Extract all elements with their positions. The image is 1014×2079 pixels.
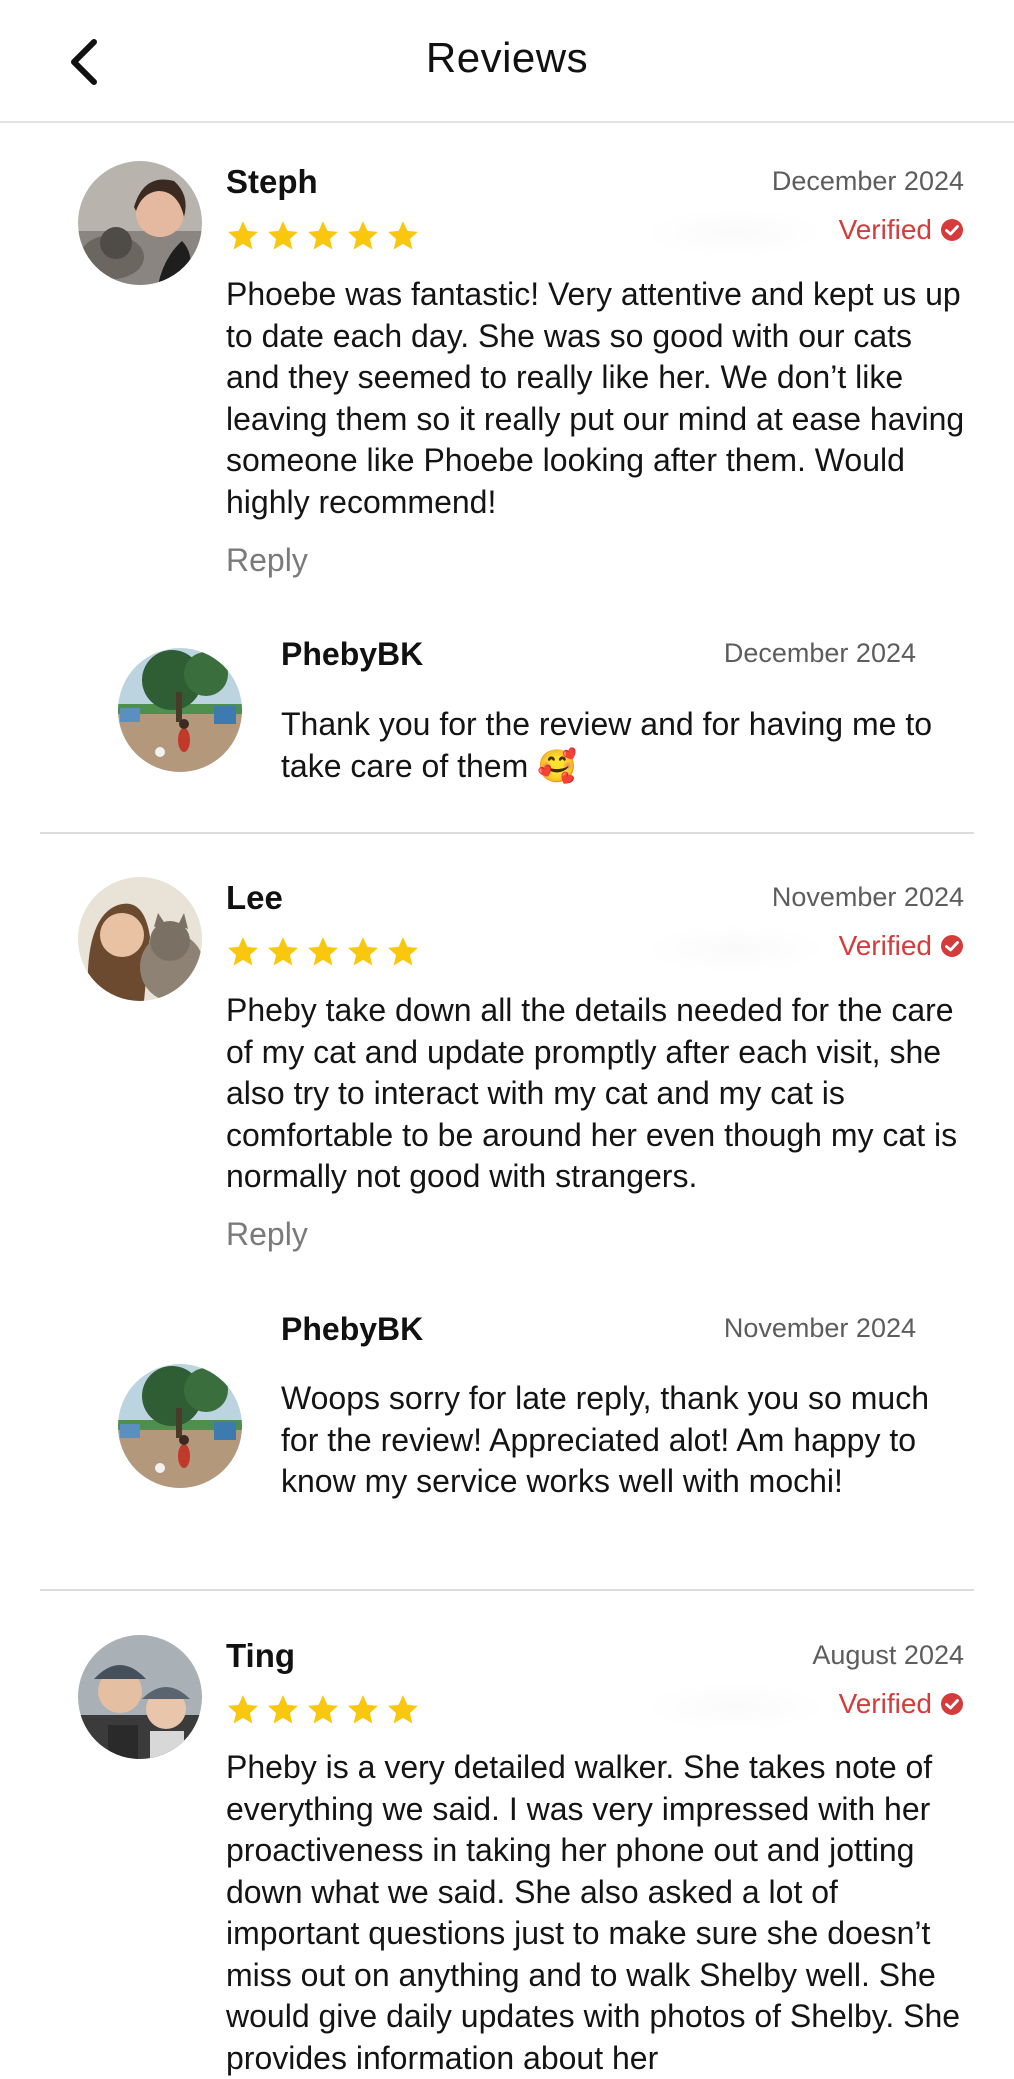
check-circle-icon bbox=[941, 935, 963, 957]
redacted-area bbox=[650, 1684, 820, 1730]
owner-reply-text: Thank you for the review and for having … bbox=[281, 706, 933, 784]
reply-link[interactable]: Reply bbox=[226, 1216, 308, 1253]
owner-avatar bbox=[118, 648, 242, 772]
reply-link[interactable]: Reply bbox=[226, 542, 308, 579]
verified-badge: Verified bbox=[839, 930, 964, 962]
owner-name: PhebyBK bbox=[281, 636, 424, 672]
star-icon bbox=[348, 1695, 378, 1724]
review-text: Phoebe was fantastic! Very attentive and… bbox=[226, 276, 965, 520]
owner-reply-text: Woops sorry for late reply, thank you so… bbox=[281, 1380, 929, 1499]
star-icon bbox=[388, 1695, 418, 1724]
star-icon bbox=[268, 1695, 298, 1724]
star-icon bbox=[388, 937, 418, 966]
verified-label: Verified bbox=[838, 1688, 932, 1719]
page-title: Reviews bbox=[425, 34, 589, 81]
star-icon bbox=[308, 221, 338, 250]
reviewer-name: Steph bbox=[226, 163, 318, 200]
review-text: Pheby is a very detailed walker. She tak… bbox=[226, 1749, 961, 2076]
star-icon bbox=[228, 1695, 258, 1724]
owner-reply-date: December 2024 bbox=[723, 638, 916, 668]
check-circle-icon bbox=[941, 1693, 963, 1715]
star-icon bbox=[348, 221, 378, 250]
verified-badge: Verified bbox=[839, 1688, 964, 1720]
review-date: November 2024 bbox=[771, 882, 964, 912]
review-divider bbox=[40, 1589, 974, 1591]
verified-label: Verified bbox=[838, 214, 932, 245]
star-icon bbox=[348, 937, 378, 966]
star-icon bbox=[308, 1695, 338, 1724]
rating-stars bbox=[226, 219, 420, 253]
redacted-area bbox=[650, 210, 820, 256]
star-icon bbox=[388, 221, 418, 250]
review-date: December 2024 bbox=[771, 166, 964, 196]
verified-badge: Verified bbox=[839, 214, 964, 246]
star-icon bbox=[228, 937, 258, 966]
owner-avatar bbox=[118, 1364, 242, 1488]
rating-stars bbox=[226, 1693, 420, 1727]
redacted-area bbox=[650, 926, 820, 972]
reviewer-avatar bbox=[78, 161, 202, 285]
rating-stars bbox=[226, 935, 420, 969]
reviewer-name: Ting bbox=[226, 1637, 296, 1674]
star-icon bbox=[308, 937, 338, 966]
star-icon bbox=[228, 221, 258, 250]
review-divider bbox=[40, 832, 974, 834]
review-text: Pheby take down all the details needed f… bbox=[226, 992, 958, 1194]
star-icon bbox=[268, 937, 298, 966]
star-icon bbox=[268, 221, 298, 250]
reviewer-avatar bbox=[78, 877, 202, 1001]
check-circle-icon bbox=[941, 219, 963, 241]
owner-reply-date: November 2024 bbox=[723, 1313, 916, 1343]
top-bar: Reviews bbox=[0, 0, 1014, 123]
owner-name: PhebyBK bbox=[281, 1311, 424, 1347]
reviewer-avatar bbox=[78, 1635, 202, 1759]
review-date: August 2024 bbox=[812, 1640, 964, 1670]
reviewer-name: Lee bbox=[226, 879, 283, 916]
verified-label: Verified bbox=[838, 930, 932, 961]
